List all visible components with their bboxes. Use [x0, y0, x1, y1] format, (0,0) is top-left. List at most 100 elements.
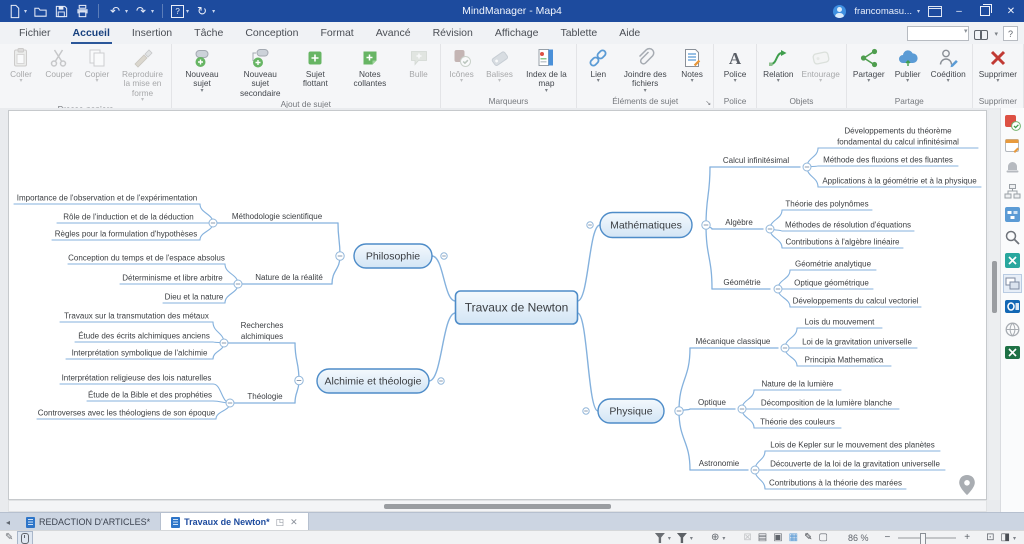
notes-button[interactable]: Notes▾ [673, 46, 711, 84]
topic-leaf[interactable]: Développements du théorèmefondamental du… [837, 127, 959, 147]
web-icon[interactable] [1004, 321, 1021, 338]
redo-icon[interactable]: ↷ [133, 3, 149, 19]
joindre-des-fichiers-button[interactable]: Joindre des fichiers▾ [617, 46, 673, 94]
topic-main-label[interactable]: Mathématiques [610, 220, 682, 232]
topic-leaf[interactable]: Controverses avec les théologiens de son… [38, 409, 216, 418]
topic-leaf[interactable]: Interprétation symbolique de l'alchimie [72, 349, 208, 358]
help-icon[interactable]: ? [171, 5, 184, 18]
menu-tab-format[interactable]: Format [309, 22, 364, 44]
vertical-scrollbar-thumb[interactable] [992, 261, 997, 313]
topic-subtopic[interactable]: Théologie [247, 392, 283, 401]
topic-leaf[interactable]: Étude de la Bible et des prophéties [88, 391, 212, 400]
outlook-icon[interactable] [1004, 298, 1021, 315]
menu-tab-insertion[interactable]: Insertion [121, 22, 183, 44]
select-rect-icon[interactable]: ⊠ [743, 532, 751, 544]
outline-view-icon[interactable]: ▤ [758, 532, 767, 544]
new-document-caret-icon[interactable]: ▾ [24, 8, 27, 15]
add-view-caret-icon[interactable]: ▾ [722, 535, 725, 542]
menu-tab-tache[interactable]: Tâche [183, 22, 234, 44]
topic-leaf[interactable]: Théorie des polynômes [785, 200, 868, 209]
account-avatar[interactable] [833, 5, 846, 18]
zoom-in-icon[interactable]: + [964, 532, 970, 544]
index-de-la-map-button[interactable]: Index de la map▾ [519, 46, 575, 94]
topic-leaf[interactable]: Contributions à la théorie des marées [769, 479, 902, 488]
police-button[interactable]: APolice▾ [716, 46, 754, 84]
ink-view-icon[interactable]: ✎ [804, 532, 812, 544]
topic-leaf[interactable]: Règles pour la formulation d'hypothèses [55, 230, 198, 239]
search-icon[interactable] [1004, 229, 1021, 246]
bell-icon[interactable] [1004, 160, 1021, 177]
power-filter-caret-icon[interactable]: ▾ [690, 535, 693, 542]
publier-button[interactable]: Publier▾ [889, 46, 927, 84]
print-icon[interactable] [74, 3, 90, 19]
filter-icon[interactable] [655, 533, 665, 543]
menu-tab-tablette[interactable]: Tablette [549, 22, 608, 44]
panels-caret-icon[interactable]: ▾ [1013, 535, 1016, 542]
topic-leaf[interactable]: Développements du calcul vectoriel [793, 297, 919, 306]
tab-close-icon[interactable]: ✕ [290, 517, 298, 528]
menu-tab-aide[interactable]: Aide [608, 22, 651, 44]
menu-tab-conception[interactable]: Conception [234, 22, 309, 44]
slide-view-icon[interactable]: ▣ [773, 532, 782, 544]
find-binoculars-icon[interactable] [974, 28, 989, 40]
menu-tab-fichier[interactable]: Fichier [8, 22, 62, 44]
undo-caret-icon[interactable]: ▾ [125, 8, 128, 15]
close-button[interactable]: ✕ [1002, 0, 1020, 22]
sync-icon[interactable]: ↻ [194, 3, 210, 19]
partager-button[interactable]: Partager▾ [849, 46, 889, 84]
minimize-button[interactable]: – [950, 0, 968, 22]
dialog-launcher-icon[interactable]: ↘ [705, 99, 711, 107]
find-caret-icon[interactable]: ▾ [994, 30, 998, 38]
topic-central-label[interactable]: Travaux de Newton [465, 301, 569, 315]
topic-leaf[interactable]: Optique géométrique [794, 279, 869, 288]
nouveau-sujet-secondaire-button[interactable]: Nouveau sujet secondaire [230, 46, 290, 98]
topic-leaf[interactable]: Étude des écrits alchimiques anciens [78, 332, 210, 341]
document-tab-travaux-de-newton[interactable]: Travaux de Newton*◳✕ [161, 513, 309, 531]
zoom-slider[interactable] [898, 537, 956, 539]
power-filter-icon[interactable] [677, 533, 687, 543]
topic-main-label[interactable]: Philosophie [366, 251, 420, 263]
topic-subtopic[interactable]: Astronomie [699, 459, 740, 468]
topic-leaf[interactable]: Principia Mathematica [805, 356, 884, 365]
topic-leaf[interactable]: Loi de la gravitation universelle [802, 338, 912, 347]
topic-leaf[interactable]: Applications à la géométrie et à la phys… [822, 177, 977, 186]
excel-icon[interactable] [1004, 344, 1021, 361]
relation-button[interactable]: Relation▾ [759, 46, 797, 84]
topic-subtopic[interactable]: Mécanique classique [696, 337, 771, 346]
notes-collantes-button[interactable]: Notes collantes [340, 46, 399, 89]
tab-popout-icon[interactable]: ◳ [276, 517, 285, 528]
topic-leaf[interactable]: Lois du mouvement [805, 318, 876, 327]
topic-leaf[interactable]: Dieu et la nature [165, 293, 224, 302]
open-icon[interactable] [32, 3, 48, 19]
nouveau-sujet-button[interactable]: Nouveau sujet▾ [174, 46, 230, 94]
fit-map-icon[interactable]: ⊡ [986, 532, 994, 544]
topic-leaf[interactable]: Déterminisme et libre arbitre [122, 274, 223, 283]
topic-main-label[interactable]: Physique [609, 406, 652, 418]
topic-leaf[interactable]: Nature de la lumière [761, 380, 834, 389]
planner-icon[interactable] [1004, 137, 1021, 154]
topic-leaf[interactable]: Décomposition de la lumière blanche [761, 399, 893, 408]
horizontal-scrollbar-thumb[interactable] [384, 504, 611, 509]
menu-tab-revision[interactable]: Révision [422, 22, 484, 44]
topic-subtopic[interactable]: Calcul infinitésimal [723, 156, 789, 165]
topic-main-label[interactable]: Alchimie et théologie [325, 376, 422, 388]
hierarchy-icon[interactable] [1004, 183, 1021, 200]
zoom-slider-knob[interactable] [920, 533, 926, 544]
topic-leaf[interactable]: Contributions à l'algèbre linéaire [785, 238, 900, 247]
sujet-flottant-button[interactable]: Sujet flottant [290, 46, 340, 89]
task-check-icon[interactable] [1004, 114, 1021, 131]
topic-leaf[interactable]: Travaux sur la transmutation des métaux [64, 312, 209, 321]
topic-leaf[interactable]: Lois de Kepler sur le mouvement des plan… [770, 441, 935, 450]
topic-leaf[interactable]: Découverte de la loi de la gravitation u… [770, 460, 940, 469]
topic-subtopic[interactable]: Nature de la réalité [255, 273, 323, 282]
topic-leaf[interactable]: Géométrie analytique [795, 260, 872, 269]
capture-icon[interactable] [1004, 275, 1021, 292]
account-name[interactable]: francomasu... [854, 6, 912, 17]
window-switch-icon[interactable] [928, 6, 942, 17]
panels-icon[interactable]: ◨ [1001, 532, 1010, 544]
map-canvas[interactable]: Importance de l'observation et de l'expé… [8, 110, 987, 500]
topic-subtopic[interactable]: Optique [698, 398, 727, 407]
lien-button[interactable]: Lien▾ [579, 46, 617, 84]
vertical-scrollbar[interactable] [989, 110, 1000, 500]
topic-leaf[interactable]: Théorie des couleurs [760, 418, 835, 427]
